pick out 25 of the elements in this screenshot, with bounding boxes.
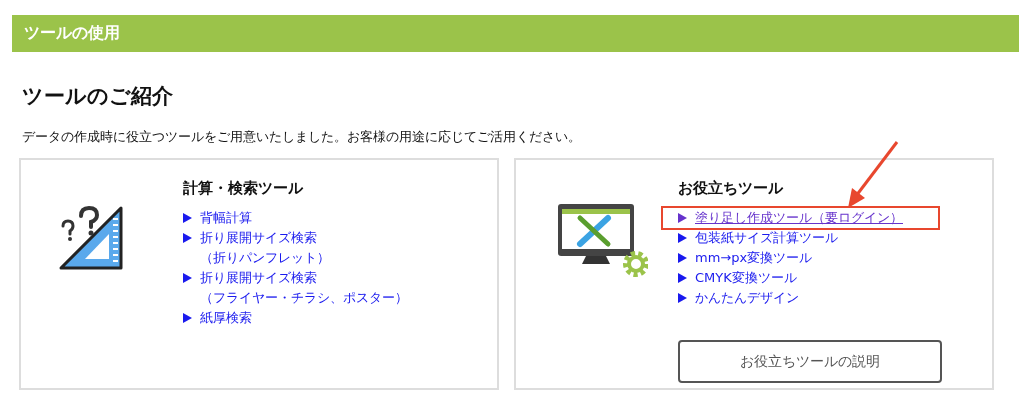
section-title: ツールの使用 — [24, 23, 120, 44]
bullet-icon — [183, 313, 192, 323]
bullet-icon — [678, 293, 687, 303]
description-text: データの作成時に役立つツールをご用意いたしました。お客様の用途に応じてご活用ください。 — [22, 128, 582, 146]
bullet-icon — [678, 213, 687, 223]
page-heading: ツールのご紹介 — [22, 83, 174, 110]
tool-link[interactable]: かんたんデザイン — [695, 288, 799, 308]
bullet-icon — [183, 213, 192, 223]
tool-link[interactable]: 紙厚検索 — [200, 308, 252, 328]
tool-link[interactable]: 折り展開サイズ検索 （折りパンフレット） — [200, 228, 330, 268]
tool-link[interactable]: mm→px変換ツール — [695, 248, 813, 268]
bullet-icon — [678, 233, 687, 243]
tool-link[interactable]: 塗り足し作成ツール（要ログイン） — [695, 208, 903, 228]
bullet-icon — [678, 273, 687, 283]
tool-link[interactable]: CMYK変換ツール — [695, 268, 797, 288]
tool-link[interactable]: 折り展開サイズ検索 （フライヤー・チラシ、ポスター） — [200, 268, 408, 308]
bullet-icon — [183, 233, 192, 243]
tool-link[interactable]: 背幅計算 — [200, 208, 252, 228]
explanation-button[interactable]: お役立ちツールの説明 — [678, 340, 942, 383]
tool-link[interactable]: 包装紙サイズ計算ツール — [695, 228, 838, 248]
bullet-icon — [183, 273, 192, 283]
card-title: お役立ちツール — [678, 178, 784, 198]
monitor-tools-icon — [556, 202, 648, 278]
bullet-icon — [678, 253, 687, 263]
card-title: 計算・検索ツール — [183, 178, 304, 198]
